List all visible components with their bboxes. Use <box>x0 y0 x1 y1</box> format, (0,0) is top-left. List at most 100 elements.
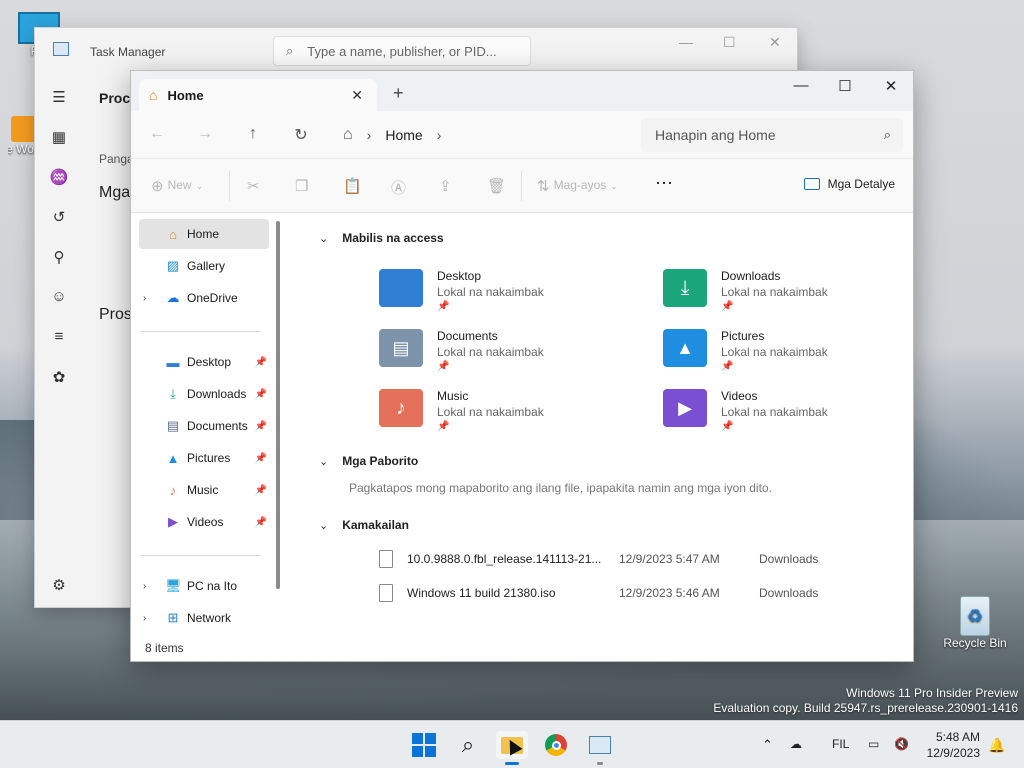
file-location: Downloads <box>759 552 819 566</box>
chevron-up-icon[interactable]: ⌃ <box>762 737 773 753</box>
quick-access-pictures[interactable]: ▲ Pictures Lokal na nakaimbak 📌 <box>663 329 828 372</box>
services-icon[interactable]: ✿ <box>49 368 69 388</box>
network-icon: ⊞ <box>167 610 179 625</box>
more-options-icon[interactable]: ⋯ <box>655 173 673 194</box>
recent-file-row[interactable]: Windows 11 build 21380.iso 12/9/2023 5:4… <box>379 579 818 607</box>
maximize-button[interactable]: ☐ <box>833 77 857 95</box>
notification-bell-icon[interactable]: 🔔 <box>988 737 1005 754</box>
section-favorites[interactable]: ⌄ Mga Paborito <box>319 454 418 468</box>
volume-muted-icon[interactable]: 🔇 <box>894 737 909 751</box>
recent-file-row[interactable]: 10.0.9888.0.fbl_release.141113-21... 12/… <box>379 545 818 573</box>
clock-time: 5:48 AM <box>935 730 980 744</box>
sidebar-item-videos[interactable]: ▶ Videos 📌 <box>139 507 269 537</box>
search-icon: ⌕ <box>286 43 294 58</box>
sidebar-item-onedrive[interactable]: › ☁ OneDrive <box>139 283 269 313</box>
chrome-taskbar-icon[interactable] <box>540 731 572 759</box>
up-arrow-icon[interactable]: ↑ <box>243 125 263 143</box>
section-recent[interactable]: ⌄ Kamakailan <box>319 518 409 532</box>
new-button[interactable]: ⊕ New ⌄ <box>151 177 203 195</box>
documents-folder-icon: ▤ <box>379 329 423 367</box>
download-icon: ⤓ <box>170 386 176 401</box>
language-indicator[interactable]: FIL <box>832 737 849 751</box>
sidebar-item-music[interactable]: ♪ Music 📌 <box>139 475 269 505</box>
chevron-right-icon[interactable]: › <box>143 613 146 624</box>
refresh-icon[interactable]: ↻ <box>291 125 311 145</box>
sidebar-item-home[interactable]: ⌂ Home <box>139 219 269 249</box>
pin-icon: 📌 <box>254 420 267 432</box>
folder-name: Documents <box>437 329 498 343</box>
quick-access-downloads[interactable]: ⤓ Downloads Lokal na nakaimbak 📌 <box>663 269 828 312</box>
search-input[interactable]: Hanapin ang Home ⌕ <box>641 118 903 152</box>
close-button[interactable]: ✕ <box>769 34 781 51</box>
delete-icon[interactable]: 🗑 <box>487 177 506 195</box>
chevron-right-icon[interactable]: › <box>143 293 146 304</box>
new-label: New <box>167 178 192 192</box>
close-button[interactable]: ✕ <box>879 77 903 95</box>
network-icon[interactable]: ▭ <box>868 737 879 751</box>
quick-access-desktop[interactable]: Desktop Lokal na nakaimbak 📌 <box>379 269 544 312</box>
minimize-button[interactable]: — <box>789 77 813 94</box>
sidebar-item-gallery[interactable]: ▨ Gallery <box>139 251 269 281</box>
copy-icon[interactable]: ❐ <box>295 177 308 195</box>
start-button[interactable] <box>408 731 440 759</box>
chevron-down-icon[interactable]: ⌄ <box>319 455 328 468</box>
pin-icon: 📌 <box>721 301 734 312</box>
details-button[interactable]: Mga Detalye <box>803 177 895 191</box>
hamburger-icon[interactable]: ☰ <box>49 88 69 108</box>
pin-icon: 📌 <box>254 516 267 528</box>
back-arrow-icon[interactable]: ← <box>147 125 167 143</box>
status-bar-item-count: 8 items <box>145 641 184 655</box>
sort-label: Mag-ayos <box>553 178 607 192</box>
sidebar-item-label: Downloads <box>187 387 247 401</box>
chevron-right-icon[interactable]: › <box>143 581 146 592</box>
command-bar: ⊕ New ⌄ ✂ ❐ 📋 Ⓐ ⇪ 🗑 ⇅ Mag-ayos ⌄ ⋯ Mga Detal… <box>131 159 913 213</box>
details-icon[interactable]: ≡ <box>49 328 69 348</box>
history-icon[interactable]: ↺ <box>49 208 69 228</box>
rename-icon[interactable]: Ⓐ <box>391 177 406 198</box>
watermark-line: Evaluation copy. Build 25947.rs_prerelea… <box>713 701 1018 715</box>
sidebar-item-network[interactable]: › ⊞ Network <box>139 603 269 633</box>
sidebar-item-pictures[interactable]: ▲ Pictures 📌 <box>139 443 269 473</box>
new-tab-button[interactable]: + <box>393 83 404 104</box>
sidebar-item-this-pc[interactable]: › 🖥 PC na Ito <box>139 571 269 601</box>
file-explorer-window[interactable]: ⌂ Home ✕ + — ☐ ✕ ← → ↑ ↻ ⌂ › Home › Hana… <box>130 70 914 662</box>
address-bar[interactable]: ⌂ › Home › <box>343 118 639 152</box>
task-manager-taskbar-icon[interactable] <box>584 731 616 765</box>
sidebar-item-downloads[interactable]: ⤓ Downloads 📌 <box>139 379 269 409</box>
chevron-right-icon[interactable]: › <box>437 127 442 143</box>
desktop-icon: ▬ <box>166 354 180 370</box>
cloud-offline-icon[interactable]: ☁ <box>790 737 802 751</box>
task-manager-search[interactable]: ⌕ Type a name, publisher, or PID... <box>273 36 531 66</box>
sidebar-scrollbar[interactable] <box>276 221 280 589</box>
sort-button[interactable]: ⇅ Mag-ayos ⌄ <box>537 177 618 195</box>
maximize-button[interactable]: ☐ <box>723 34 736 51</box>
share-icon[interactable]: ⇪ <box>439 177 452 195</box>
chevron-down-icon[interactable]: ⌄ <box>319 232 328 245</box>
startup-icon[interactable]: ⚲ <box>49 248 69 268</box>
sidebar-item-desktop[interactable]: ▬ Desktop 📌 <box>139 347 269 377</box>
tab-home[interactable]: ⌂ Home ✕ <box>139 79 377 111</box>
paste-icon[interactable]: 📋 <box>343 177 362 195</box>
quick-access-videos[interactable]: ▶ Videos Lokal na nakaimbak 📌 <box>663 389 828 432</box>
minimize-button[interactable]: — <box>679 34 693 50</box>
settings-icon[interactable]: ⚙ <box>49 576 69 596</box>
section-quick-access[interactable]: ⌄ Mabilis na access <box>319 231 444 245</box>
sidebar-item-documents[interactable]: ▤ Documents 📌 <box>139 411 269 441</box>
quick-access-music[interactable]: ♪ Music Lokal na nakaimbak 📌 <box>379 389 544 432</box>
window-title: Task Manager <box>90 45 166 59</box>
chevron-down-icon[interactable]: ⌄ <box>319 519 328 532</box>
performance-icon[interactable]: ♒ <box>49 168 69 188</box>
system-clock[interactable]: 5:48 AM 12/9/2023 <box>927 729 980 761</box>
forward-arrow-icon[interactable]: → <box>195 125 215 143</box>
file-location: Downloads <box>759 586 819 600</box>
desktop-icon-recycle-bin[interactable]: ♻ Recycle Bin <box>940 596 1010 650</box>
close-tab-icon[interactable]: ✕ <box>351 87 363 104</box>
search-icon[interactable]: ⌕ <box>452 731 484 759</box>
users-icon[interactable]: ☺ <box>49 288 69 308</box>
quick-access-documents[interactable]: ▤ Documents Lokal na nakaimbak 📌 <box>379 329 544 372</box>
cut-icon[interactable]: ✂ <box>247 177 260 195</box>
file-icon <box>379 550 393 568</box>
picture-icon: ▲ <box>166 450 180 466</box>
processes-icon[interactable]: ▦ <box>49 128 69 148</box>
breadcrumb[interactable]: Home <box>385 127 422 143</box>
